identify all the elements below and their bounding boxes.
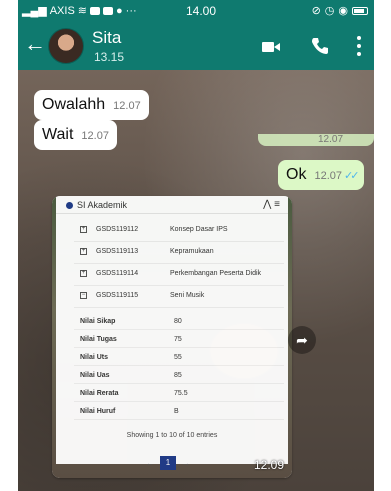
alarm-icon: ◷ <box>324 5 335 17</box>
pagination: ← 1 → <box>146 456 190 470</box>
message-bubble-outgoing[interactable]: Ok 12.07 ✓✓ <box>278 160 365 190</box>
message-time: 12.07 <box>318 134 344 145</box>
table-row: + GSDS119114 Perkembangan Peserta Didik <box>74 264 284 286</box>
video-call-icon[interactable] <box>262 41 280 53</box>
grade-label: Nilai Uts <box>80 354 109 361</box>
read-ticks-icon: ✓✓ <box>343 170 360 182</box>
table-row: + GSDS119112 Konsep Dasar IPS <box>74 220 284 242</box>
message-time: 12.07 <box>81 130 109 142</box>
webpage-actions: ⋀ ≡ <box>263 199 280 210</box>
course-name: Perkembangan Peserta Didik <box>170 270 262 277</box>
current-page: 1 <box>160 456 176 470</box>
grade-label: Nilai Uas <box>80 372 110 379</box>
webpage-header: SI Akademik ⋀ ≡ <box>56 196 288 214</box>
status-right: ⊘ ◷ ◉ <box>312 4 368 17</box>
carrier-label: AXIS <box>49 4 75 17</box>
table-row: + GSDS119113 Kepramukaan <box>74 242 284 264</box>
grade-label: Nilai Tugas <box>80 336 117 343</box>
clock: 14.00 <box>186 4 217 18</box>
phone-call-icon[interactable] <box>311 37 329 55</box>
course-code: GSDS119112 <box>96 226 139 233</box>
grade-row: Nilai Rerata 75.5 <box>74 386 284 402</box>
grade-row: Nilai Uts 55 <box>74 350 284 366</box>
course-name: Seni Musik <box>170 292 205 299</box>
course-code: GSDS119113 <box>96 248 139 255</box>
avatar[interactable] <box>48 28 84 64</box>
image-message[interactable]: SI Akademik ⋀ ≡ + GSDS119112 Konsep Dasa… <box>52 196 292 478</box>
row-toggle: + <box>80 248 87 255</box>
row-toggle: + <box>80 226 87 233</box>
grade-row: Nilai Tugas 75 <box>74 332 284 348</box>
notification-icon <box>103 6 114 15</box>
grade-value: B <box>174 408 179 415</box>
course-code: GSDS119114 <box>96 270 139 277</box>
grade-row: Nilai Uas 85 <box>74 368 284 384</box>
grade-value: 75.5 <box>174 390 188 397</box>
status-bar: ▂▄▆ AXIS ≋ ● ··· 14.00 ⊘ ◷ ◉ <box>18 0 374 22</box>
prev-page-icon: ← <box>146 458 154 468</box>
message-bubble-incoming[interactable]: Owalahh 12.07 <box>34 90 149 120</box>
partial-message: 12.07 <box>258 134 374 146</box>
more-notifications-icon: ··· <box>125 4 137 17</box>
table-row: − GSDS119115 Seni Musik <box>74 286 284 308</box>
forward-icon[interactable]: ➦ <box>288 326 316 354</box>
course-name: Kepramukaan <box>170 248 214 255</box>
back-arrow-icon[interactable]: ← <box>24 32 46 56</box>
grade-value: 55 <box>174 354 182 361</box>
notification-icon <box>90 6 101 15</box>
grade-value: 80 <box>174 318 182 325</box>
webpage-title: SI Akademik <box>77 200 128 210</box>
battery-icon <box>352 6 368 15</box>
message-text: Owalahh <box>42 96 106 113</box>
next-page-icon: → <box>182 458 190 468</box>
message-bubble-incoming[interactable]: Wait 12.07 <box>34 120 117 150</box>
more-options-icon[interactable] <box>356 36 362 56</box>
eye-icon: ◉ <box>338 5 348 17</box>
message-text: Ok <box>286 166 307 183</box>
chat-header: ← Sita 13.15 <box>18 22 374 70</box>
message-time: 12.07 <box>314 170 342 182</box>
entries-info: Showing 1 to 10 of 10 entries <box>126 432 218 439</box>
grade-value: 75 <box>174 336 182 343</box>
row-toggle: − <box>80 292 87 299</box>
app-logo-icon <box>66 202 73 209</box>
row-toggle: + <box>80 270 87 277</box>
grade-value: 85 <box>174 372 182 379</box>
grade-label: Nilai Rerata <box>80 390 119 397</box>
grade-label: Nilai Sikap <box>80 318 116 325</box>
menu-icon: ≡ <box>274 199 280 210</box>
contact-name[interactable]: Sita <box>92 28 121 48</box>
mute-icon: ⊘ <box>311 5 321 17</box>
last-seen: 13.15 <box>94 50 125 64</box>
signal-icon: ▂▄▆ <box>22 5 47 17</box>
phone-screen: ▂▄▆ AXIS ≋ ● ··· 14.00 ⊘ ◷ ◉ ← Sita 13.1… <box>18 0 374 491</box>
grade-row: Nilai Huruf B <box>74 404 284 420</box>
wifi-icon: ≋ <box>77 5 88 17</box>
grade-label: Nilai Huruf <box>80 408 116 415</box>
expand-icon: ⋀ <box>263 199 272 210</box>
course-name: Konsep Dasar IPS <box>170 226 228 233</box>
chat-notification-icon: ● <box>116 4 123 17</box>
message-time: 12.07 <box>113 100 141 112</box>
message-text: Wait <box>42 126 74 143</box>
course-code: GSDS119115 <box>96 292 139 299</box>
status-left: ▂▄▆ AXIS ≋ ● ··· <box>22 4 137 18</box>
screenshot-webpage: SI Akademik ⋀ ≡ + GSDS119112 Konsep Dasa… <box>56 196 288 470</box>
message-time: 12.09 <box>253 458 284 472</box>
grade-row: Nilai Sikap 80 <box>74 314 284 330</box>
